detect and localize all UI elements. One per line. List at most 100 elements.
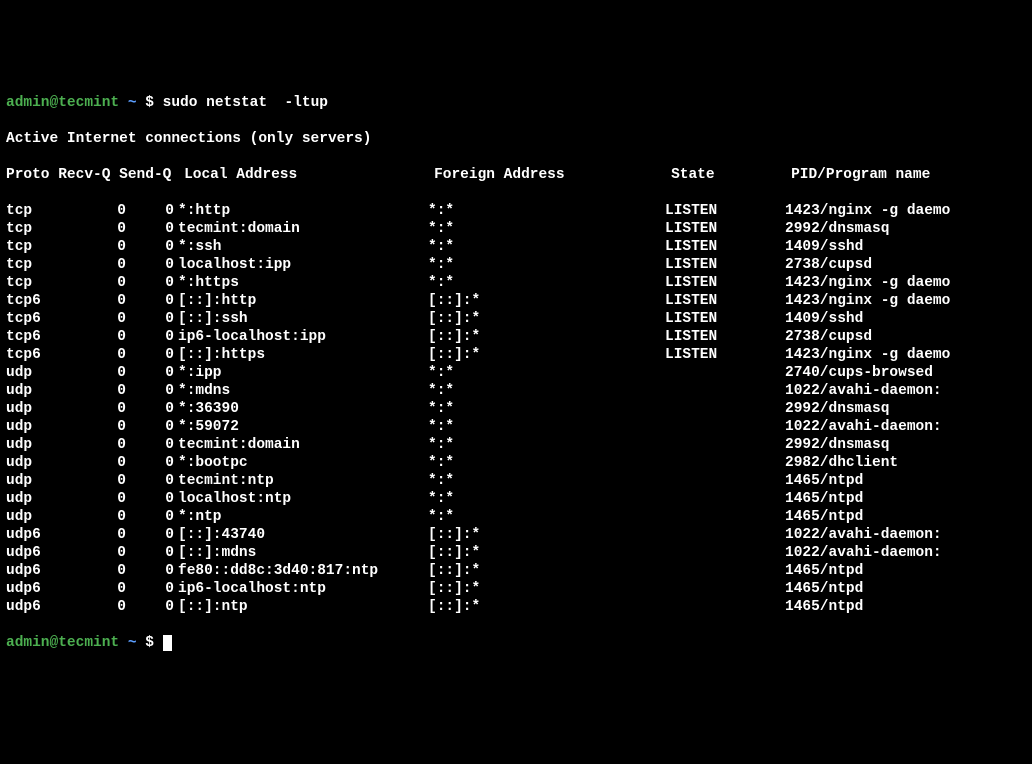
hdr-pid: PID/Program name bbox=[791, 166, 930, 184]
cell-proto: tcp6 bbox=[6, 346, 64, 364]
prompt-line-1: admin@tecmint ~ $ sudo netstat -ltup bbox=[6, 94, 1026, 112]
table-row: tcp600ip6-localhost:ipp[::]:*LISTEN2738/… bbox=[6, 328, 1026, 346]
cell-pid: 2992/dnsmasq bbox=[785, 220, 889, 238]
hdr-foreign: Foreign Address bbox=[434, 166, 671, 184]
cell-sendq: 0 bbox=[126, 472, 174, 490]
cell-sendq: 0 bbox=[126, 544, 174, 562]
cell-sendq: 0 bbox=[126, 220, 174, 238]
cell-pid: 1423/nginx -g daemo bbox=[785, 346, 950, 364]
cell-recvq: 0 bbox=[64, 274, 126, 292]
column-headers: Proto Recv-Q Send-Q Local AddressForeign… bbox=[6, 166, 1026, 184]
cell-foreign: *:* bbox=[428, 202, 665, 220]
cell-foreign: *:* bbox=[428, 472, 665, 490]
cell-recvq: 0 bbox=[64, 436, 126, 454]
cell-recvq: 0 bbox=[64, 364, 126, 382]
hdr-recvq: Recv-Q bbox=[58, 167, 110, 183]
cell-state: LISTEN bbox=[665, 202, 785, 220]
cell-foreign: [::]:* bbox=[428, 526, 665, 544]
cell-state: LISTEN bbox=[665, 328, 785, 346]
cell-pid: 2738/cupsd bbox=[785, 328, 872, 346]
cell-foreign: [::]:* bbox=[428, 346, 665, 364]
cell-recvq: 0 bbox=[64, 508, 126, 526]
cell-proto: udp6 bbox=[6, 562, 64, 580]
cell-foreign: *:* bbox=[428, 508, 665, 526]
table-row: udp600ip6-localhost:ntp[::]:*1465/ntpd bbox=[6, 580, 1026, 598]
cell-local: *:ssh bbox=[174, 238, 428, 256]
cell-proto: udp bbox=[6, 454, 64, 472]
cell-foreign: *:* bbox=[428, 490, 665, 508]
cell-foreign: [::]:* bbox=[428, 598, 665, 616]
cell-proto: udp6 bbox=[6, 598, 64, 616]
prompt-sep2: $ bbox=[137, 635, 163, 651]
cell-sendq: 0 bbox=[126, 274, 174, 292]
cell-pid: 2738/cupsd bbox=[785, 256, 872, 274]
cell-foreign: *:* bbox=[428, 274, 665, 292]
table-row: udp600fe80::dd8c:3d40:817:ntp[::]:*1465/… bbox=[6, 562, 1026, 580]
cell-foreign: *:* bbox=[428, 400, 665, 418]
prompt-tilde: ~ bbox=[128, 635, 137, 651]
cell-state: LISTEN bbox=[665, 274, 785, 292]
cell-local: localhost:ntp bbox=[174, 490, 428, 508]
cell-local: [::]:http bbox=[174, 292, 428, 310]
cell-recvq: 0 bbox=[64, 238, 126, 256]
cell-foreign: *:* bbox=[428, 418, 665, 436]
cell-proto: udp6 bbox=[6, 544, 64, 562]
cell-sendq: 0 bbox=[126, 580, 174, 598]
cell-sendq: 0 bbox=[126, 436, 174, 454]
prompt-user: admin@tecmint bbox=[6, 635, 119, 651]
cell-pid: 1465/ntpd bbox=[785, 562, 863, 580]
cell-local: fe80::dd8c:3d40:817:ntp bbox=[174, 562, 428, 580]
cell-pid: 1022/avahi-daemon: bbox=[785, 382, 942, 400]
cell-local: [::]:43740 bbox=[174, 526, 428, 544]
table-row: udp00*:59072*:*1022/avahi-daemon: bbox=[6, 418, 1026, 436]
prompt-line-2[interactable]: admin@tecmint ~ $ bbox=[6, 634, 1026, 652]
cell-sendq: 0 bbox=[126, 454, 174, 472]
table-row: udp00tecmint:domain*:*2992/dnsmasq bbox=[6, 436, 1026, 454]
cell-recvq: 0 bbox=[64, 598, 126, 616]
cell-recvq: 0 bbox=[64, 454, 126, 472]
cell-recvq: 0 bbox=[64, 310, 126, 328]
cell-recvq: 0 bbox=[64, 472, 126, 490]
cell-pid: 1022/avahi-daemon: bbox=[785, 544, 942, 562]
cell-pid: 1423/nginx -g daemo bbox=[785, 274, 950, 292]
cell-foreign: [::]:* bbox=[428, 562, 665, 580]
cell-sendq: 0 bbox=[126, 598, 174, 616]
prompt-user: admin@tecmint bbox=[6, 95, 119, 111]
cell-recvq: 0 bbox=[64, 562, 126, 580]
cell-proto: udp bbox=[6, 436, 64, 454]
cell-recvq: 0 bbox=[64, 256, 126, 274]
cell-recvq: 0 bbox=[64, 292, 126, 310]
cell-proto: udp6 bbox=[6, 580, 64, 598]
prompt-sep1 bbox=[119, 635, 128, 651]
cell-recvq: 0 bbox=[64, 328, 126, 346]
table-row: udp00localhost:ntp*:*1465/ntpd bbox=[6, 490, 1026, 508]
cell-recvq: 0 bbox=[64, 490, 126, 508]
cell-proto: udp6 bbox=[6, 526, 64, 544]
cell-recvq: 0 bbox=[64, 382, 126, 400]
table-row: tcp00*:https*:*LISTEN1423/nginx -g daemo bbox=[6, 274, 1026, 292]
cell-foreign: *:* bbox=[428, 454, 665, 472]
cell-pid: 2740/cups-browsed bbox=[785, 364, 933, 382]
cell-state: LISTEN bbox=[665, 292, 785, 310]
cell-pid: 1423/nginx -g daemo bbox=[785, 292, 950, 310]
cell-sendq: 0 bbox=[126, 364, 174, 382]
cell-pid: 1465/ntpd bbox=[785, 598, 863, 616]
table-row: udp600[::]:mdns[::]:*1022/avahi-daemon: bbox=[6, 544, 1026, 562]
cell-sendq: 0 bbox=[126, 346, 174, 364]
cell-proto: tcp6 bbox=[6, 292, 64, 310]
cell-pid: 2992/dnsmasq bbox=[785, 436, 889, 454]
cell-pid: 1465/ntpd bbox=[785, 490, 863, 508]
cell-local: *:ipp bbox=[174, 364, 428, 382]
cell-state: LISTEN bbox=[665, 310, 785, 328]
cell-proto: tcp bbox=[6, 238, 64, 256]
cell-pid: 1022/avahi-daemon: bbox=[785, 418, 942, 436]
table-row: tcp00*:http*:*LISTEN1423/nginx -g daemo bbox=[6, 202, 1026, 220]
cell-local: *:http bbox=[174, 202, 428, 220]
cell-recvq: 0 bbox=[64, 346, 126, 364]
cell-local: tecmint:ntp bbox=[174, 472, 428, 490]
table-row: udp00*:ntp*:*1465/ntpd bbox=[6, 508, 1026, 526]
cell-foreign: *:* bbox=[428, 238, 665, 256]
cell-pid: 1465/ntpd bbox=[785, 508, 863, 526]
table-row: tcp600[::]:http[::]:*LISTEN1423/nginx -g… bbox=[6, 292, 1026, 310]
cell-sendq: 0 bbox=[126, 508, 174, 526]
